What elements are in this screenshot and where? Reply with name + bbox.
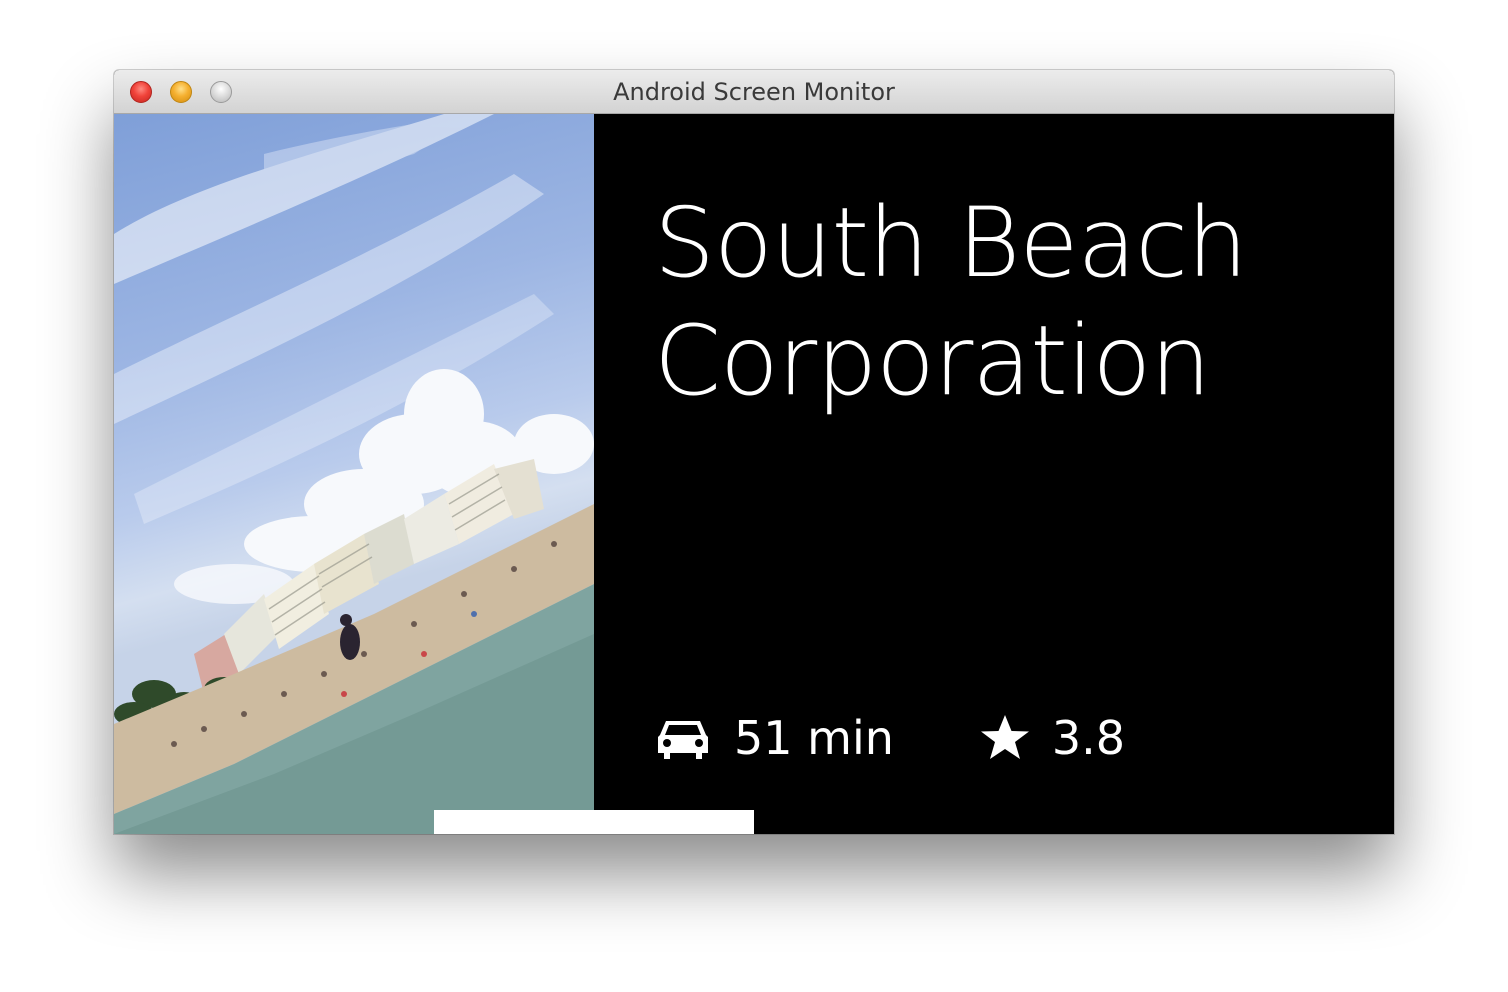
app-window: Android Screen Monitor South Beach Corpo… [114,70,1394,834]
car-icon [656,715,710,761]
place-name-line-2: Corporation [654,305,1211,417]
place-name: South Beach Corporation [654,184,1334,420]
place-photo [114,114,594,834]
travel-time: 51 min [656,711,894,765]
travel-time-value: 51 min [734,711,894,765]
device-screen[interactable]: South Beach Corporation 51 min 3.8 [114,114,1394,834]
place-stats: 51 min 3.8 [656,710,1125,766]
window-title: Android Screen Monitor [613,78,895,106]
rating-value: 3.8 [1051,711,1126,765]
place-name-line-1: South Beach [654,187,1248,299]
scroll-indicator [434,810,754,834]
rating: 3.8 [978,711,1125,765]
title-bar[interactable]: Android Screen Monitor [114,70,1394,114]
star-icon [978,715,1032,761]
